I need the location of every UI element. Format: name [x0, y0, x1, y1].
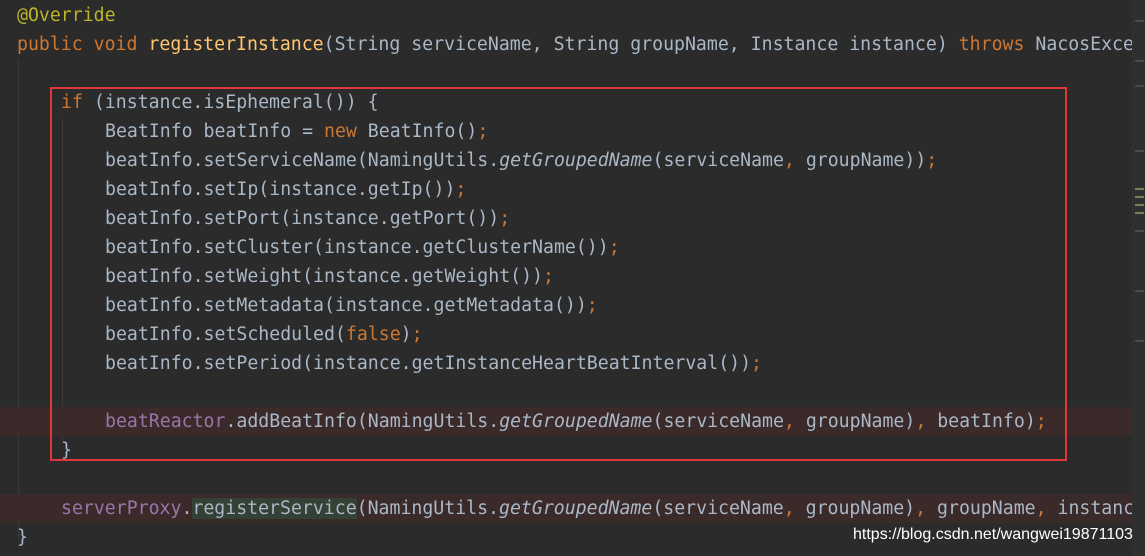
scroll-marker	[1135, 212, 1144, 214]
code-token: .	[181, 498, 193, 519]
scroll-marker	[1135, 20, 1144, 22]
scroll-marker	[1135, 150, 1144, 152]
keyword-token: void	[93, 34, 138, 55]
method-name-token[interactable]: registerInstance	[148, 34, 323, 55]
scroll-marker	[1135, 340, 1144, 342]
keyword-token: public	[17, 34, 83, 55]
params-token: (String serviceName, String groupName, I…	[323, 34, 959, 55]
code-line[interactable]: public void registerInstance(String serv…	[0, 30, 1132, 59]
highlight-box	[50, 87, 1067, 461]
code-token: (serviceName	[652, 498, 784, 519]
scroll-marker	[1135, 188, 1144, 190]
code-line[interactable]: @Override	[0, 1, 1132, 30]
scroll-marker	[1135, 196, 1144, 198]
field-token: serverProxy	[61, 498, 182, 519]
code-token: instanc	[1046, 498, 1132, 519]
code-line-highlighted[interactable]: serverProxy.registerService(NamingUtils.…	[0, 494, 1132, 523]
editor-scrollbar[interactable]	[1132, 0, 1145, 556]
comma-token: ,	[915, 498, 927, 519]
keyword-token: throws	[958, 34, 1025, 55]
scroll-marker	[1135, 290, 1144, 292]
scroll-marker	[1135, 204, 1144, 206]
annotation-token: @Override	[17, 5, 116, 26]
watermark-text: https://blog.csdn.net/wangwei19871103	[853, 526, 1133, 543]
scroll-marker	[1135, 85, 1144, 87]
scroll-marker	[1135, 230, 1144, 232]
exception-token: NacosExce	[1024, 34, 1132, 55]
code-editor[interactable]: @Override public void registerInstance(S…	[0, 0, 1132, 556]
brace-token: }	[17, 527, 28, 548]
comma-token: ,	[1035, 498, 1047, 519]
code-token: groupName	[926, 498, 1036, 519]
comma-token: ,	[783, 498, 795, 519]
scroll-marker	[1135, 60, 1144, 62]
method-usage-highlight: registerService	[192, 498, 357, 519]
code-token: (NamingUtils.	[356, 498, 500, 519]
static-method-token: getGroupedName	[499, 498, 653, 519]
code-token: groupName)	[794, 498, 916, 519]
